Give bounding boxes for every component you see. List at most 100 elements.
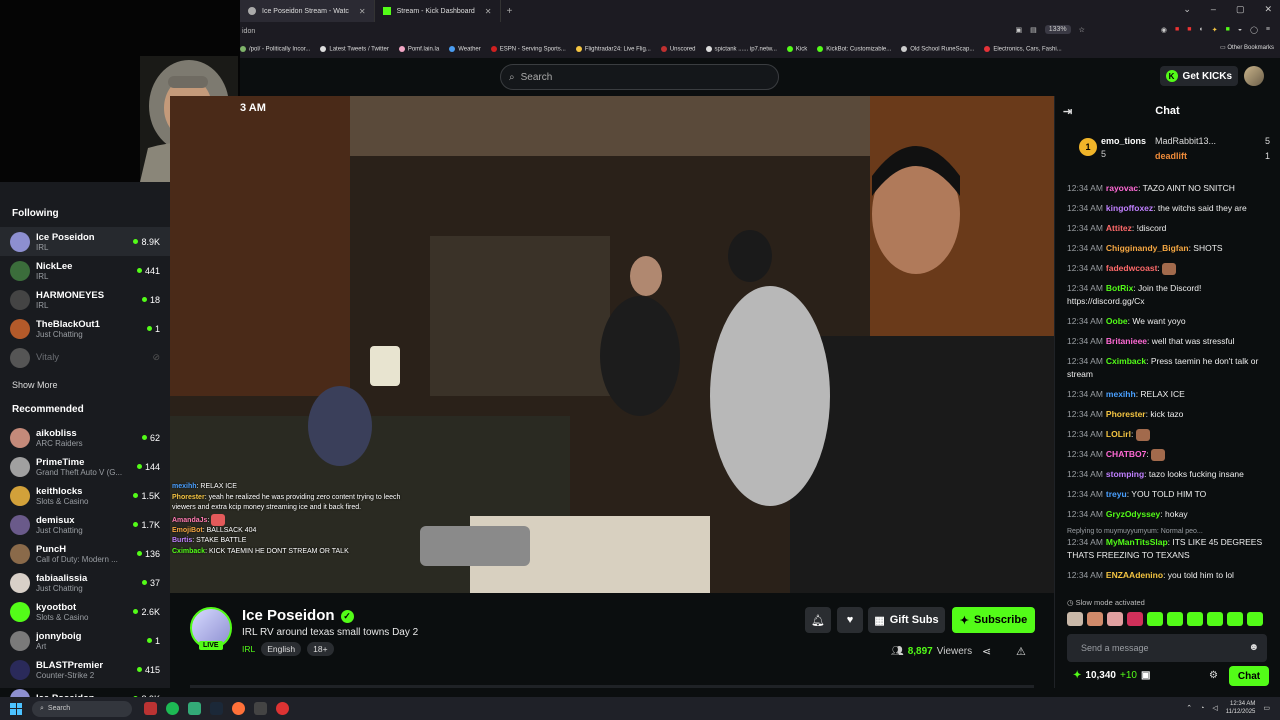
sidebar-channel-blastpremier[interactable]: BLASTPremier Counter-Strike 2 415: [0, 655, 170, 684]
emoji-picker-icon[interactable]: ☻: [1248, 642, 1259, 653]
extension-icon[interactable]: ■: [1187, 26, 1191, 33]
sidebar-channel-ice-poseidon[interactable]: Ice Poseidon IRL 8.9K: [0, 227, 170, 256]
star-icon[interactable]: ☆: [1079, 26, 1085, 34]
bookmark-item[interactable]: /pol/ - Politically Incor...: [240, 45, 310, 52]
sidebar-channel-punch[interactable]: PuncH Call of Duty: Modern ... 136: [0, 539, 170, 568]
extension-icon[interactable]: ✦: [1212, 26, 1218, 34]
message-username[interactable]: Attitez: [1106, 223, 1132, 233]
bookmark-item[interactable]: Pomf.lain.la: [398, 45, 439, 52]
emote-icon[interactable]: [1207, 612, 1223, 626]
network-icon[interactable]: ◔: [1200, 705, 1204, 712]
tray-chevron-icon[interactable]: ⌃: [1186, 704, 1192, 712]
tab-ice-poseidon[interactable]: Ice Poseidon Stream - Watc ✕: [240, 0, 375, 22]
bookmark-item[interactable]: KickBot: Customizable...: [817, 45, 891, 52]
show-more-button[interactable]: Show More: [0, 372, 170, 390]
get-kicks-button[interactable]: K Get KICKs: [1159, 66, 1238, 86]
app-icon[interactable]: [144, 702, 157, 715]
message-username[interactable]: BotRix: [1106, 283, 1133, 293]
url-bar[interactable]: idon ▣ ▤ 133% ☆ ◉ ■ ■ ◐ ✦ ■ ◒ ◯ ≡: [240, 22, 1280, 40]
message-username[interactable]: treyu: [1106, 489, 1127, 499]
bookmark-item[interactable]: Latest Tweets / Twitter: [320, 45, 389, 52]
sidebar-channel-primetime[interactable]: PrimeTime Grand Theft Auto V (G... 144: [0, 452, 170, 481]
notification-bell-button[interactable]: 🔔︎: [805, 607, 831, 633]
follow-button[interactable]: ♥: [837, 607, 863, 633]
message-username[interactable]: rayovac: [1106, 183, 1138, 193]
profile-icon[interactable]: ◯: [1250, 26, 1258, 34]
bookmark-item[interactable]: ESPN - Serving Sports...: [490, 45, 566, 52]
sidebar-channel-keithlocks[interactable]: keithlocks Slots & Casino 1.5K: [0, 481, 170, 510]
collapse-chat-icon[interactable]: ⇥: [1063, 105, 1072, 118]
sidebar-channel-jonnyboig[interactable]: jonnyboig Art 1: [0, 626, 170, 655]
message-username[interactable]: CHATBO7: [1106, 449, 1146, 459]
message-username[interactable]: ENZAAdenino: [1106, 570, 1163, 580]
message-username[interactable]: stomping: [1106, 469, 1144, 479]
close-tab-icon[interactable]: ✕: [359, 7, 366, 16]
bookmark-item[interactable]: Old School RuneScap...: [901, 45, 974, 52]
emote-icon[interactable]: [1067, 612, 1083, 626]
tag-language[interactable]: English: [261, 642, 302, 656]
share-icon[interactable]: ⋖: [982, 645, 991, 658]
taskbar-search[interactable]: ⌕ Search: [32, 700, 132, 717]
sidebar-channel-fabiaalissia[interactable]: fabiaalissia Just Chatting 37: [0, 568, 170, 597]
close-tab-icon[interactable]: ✕: [485, 7, 492, 16]
chat-send-button[interactable]: Chat: [1229, 666, 1269, 686]
chat-message-input[interactable]: Send a message ☻: [1067, 634, 1267, 662]
extension-icon[interactable]: ◒: [1238, 26, 1242, 33]
emote-icon[interactable]: [1087, 612, 1103, 626]
app-icon[interactable]: [276, 702, 289, 715]
report-icon[interactable]: ⚠: [1016, 645, 1026, 658]
gift-subs-button[interactable]: ▦ Gift Subs: [868, 607, 945, 633]
sidebar-channel-nicklee[interactable]: NickLee IRL 441: [0, 256, 170, 285]
minimize-icon[interactable]: –: [1211, 4, 1216, 15]
leaderboard-first-name[interactable]: emo_tions: [1101, 136, 1146, 146]
menu-icon[interactable]: ≡: [1266, 26, 1270, 33]
taskbar-clock[interactable]: 12:34 AM 11/12/2025: [1226, 700, 1256, 716]
notification-icon[interactable]: ▭: [1263, 704, 1270, 712]
message-username[interactable]: kingoffoxez: [1106, 203, 1153, 213]
sidebar-channel-kyootbot[interactable]: kyootbot Slots & Casino 2.6K: [0, 597, 170, 626]
message-username[interactable]: Chigginandy_Bigfan: [1106, 243, 1189, 253]
new-tab-icon[interactable]: +: [501, 6, 519, 17]
tag-mature[interactable]: 18+: [307, 642, 334, 656]
sidebar-channel-demisux[interactable]: demisux Just Chatting 1.7K: [0, 510, 170, 539]
tab-kick-dashboard[interactable]: Stream - Kick Dashboard ✕: [375, 0, 501, 22]
message-username[interactable]: LOLirl: [1106, 429, 1131, 439]
spotify-icon[interactable]: [166, 702, 179, 715]
extension-icon[interactable]: ◉: [1161, 26, 1167, 34]
sidebar-channel-aikobliss[interactable]: aikobliss ARC Raiders 62: [0, 423, 170, 452]
message-username[interactable]: Oobe: [1106, 316, 1128, 326]
emote-icon[interactable]: [1187, 612, 1203, 626]
extension-icon[interactable]: ◐: [1199, 26, 1203, 33]
bookmark-item[interactable]: Electronics, Cars, Fashi...: [984, 45, 1062, 52]
emote-icon[interactable]: [1127, 612, 1143, 626]
other-bookmarks[interactable]: ▭ Other Bookmarks: [1220, 44, 1274, 51]
bookmark-item[interactable]: Weather: [449, 45, 481, 52]
zoom-level[interactable]: 133%: [1044, 25, 1071, 34]
stream-category[interactable]: IRL: [242, 644, 255, 654]
sidebar-channel-vitaly[interactable]: Vitaly ⊘: [0, 343, 170, 372]
bookmark-item[interactable]: Unscored: [660, 45, 696, 52]
video-player[interactable]: 3 AM mexihh: RELAX ICE Phorester: yeah he…: [170, 96, 1054, 593]
message-username[interactable]: MyManTitsSlap: [1106, 537, 1168, 547]
close-window-icon[interactable]: ✕: [1264, 4, 1272, 15]
user-avatar[interactable]: [1244, 66, 1264, 86]
app-icon[interactable]: [254, 702, 267, 715]
bookmark-item[interactable]: Kick: [786, 45, 807, 52]
emote-icon[interactable]: [1227, 612, 1243, 626]
chat-settings-icon[interactable]: ⚙: [1209, 670, 1218, 681]
message-username[interactable]: GryzOdyssey: [1106, 509, 1160, 519]
steam-icon[interactable]: [210, 702, 223, 715]
message-username[interactable]: Cximback: [1106, 356, 1146, 366]
sidebar-channel-theblackout1[interactable]: TheBlackOut1 Just Chatting 1: [0, 314, 170, 343]
volume-icon[interactable]: ◁: [1212, 704, 1217, 712]
emote-icon[interactable]: [1107, 612, 1123, 626]
bookmark-item[interactable]: spictank ...... ip7.netw...: [705, 45, 777, 52]
screenshot-icon[interactable]: ▣: [1015, 26, 1022, 34]
extension-icon[interactable]: ■: [1175, 26, 1179, 33]
channel-points[interactable]: ✦ 10,340 +10 ▣: [1073, 670, 1150, 681]
bookmark-item[interactable]: Flightradar24: Live Flig...: [575, 45, 651, 52]
message-username[interactable]: Phorester: [1106, 409, 1146, 419]
leaderboard-third-name[interactable]: deadlift: [1155, 151, 1187, 161]
search-input[interactable]: ⌕ Search: [500, 64, 779, 90]
message-username[interactable]: fadedwcoast: [1106, 263, 1158, 273]
